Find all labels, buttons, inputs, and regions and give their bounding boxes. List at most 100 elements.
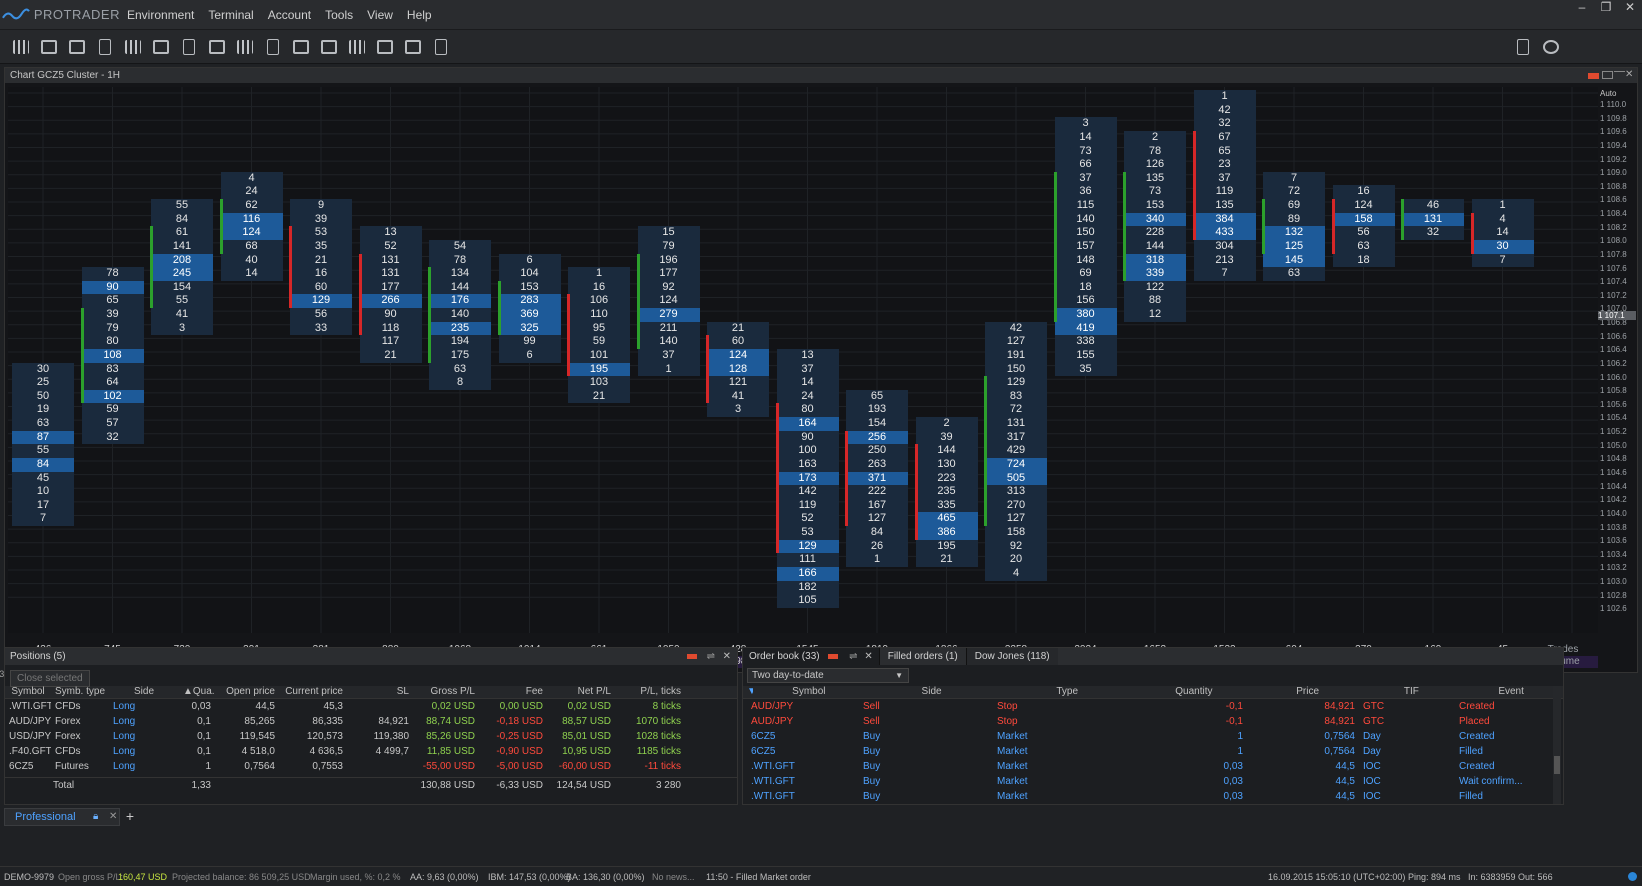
link-color-icon[interactable] (828, 653, 839, 659)
positions-col-header[interactable]: P/L, ticks (615, 686, 685, 698)
cluster-candle[interactable]: 42 127 191 150 129 83 72 131 317 429 724 505 313 270 1… (985, 321, 1047, 581)
menu-terminal[interactable]: Terminal (201, 8, 260, 22)
wrench-button[interactable] (430, 36, 452, 58)
orders-col-header[interactable]: Side (865, 686, 999, 698)
cluster-chart-area[interactable]: 30 25 50 19 63 87 55 84 45 10 17 7 78 90 65 39 79 80 108 83… (8, 87, 1598, 633)
positions-col-header[interactable]: Net P/L (547, 686, 615, 698)
positions-col-header[interactable]: Current price (279, 686, 347, 698)
restore-button[interactable]: ❐ (1594, 0, 1618, 14)
menu-help[interactable]: Help (400, 8, 439, 22)
cluster-candle[interactable]: 9 39 53 35 21 16 60 129 56 33 (290, 199, 352, 336)
briefcase-button[interactable] (178, 36, 200, 58)
cluster-candle[interactable]: 54 78 134 144 176 140 235 194 175 63 8 (429, 239, 491, 390)
table-row[interactable]: USD/JPY Forex Long 0,1 119,545 120,573 119,380… (5, 729, 737, 744)
cluster-candle[interactable]: 21 60 124 128 121 41 3 (707, 321, 769, 418)
cluster-candle[interactable]: 46 131 32 (1402, 199, 1464, 240)
table-row[interactable]: AUD/JPY Forex Long 0,1 85,265 86,335 84,921 88,… (5, 714, 737, 729)
table-row[interactable]: 6CZ5 Futures Long 1 0,7564 0,7553 -55,00 USD -5… (5, 759, 737, 774)
cluster-candle[interactable]: 55 84 61 141 208 245 154 55 41 3 (151, 199, 213, 336)
orders-col-header[interactable]: Event (1459, 686, 1563, 698)
menu-account[interactable]: Account (261, 8, 318, 22)
close-tab-icon[interactable]: ✕ (864, 651, 872, 662)
menu-environment[interactable]: Environment (120, 8, 201, 22)
cluster-candle[interactable]: 65 193 154 256 250 263 371 222 167 127 84 26 1 (846, 389, 908, 567)
auto-scale-label[interactable]: Auto (1600, 89, 1638, 98)
menu-view[interactable]: View (360, 8, 400, 22)
add-workspace-button[interactable]: + (122, 808, 138, 826)
cluster-candle[interactable]: 2 78 126 135 73 153 340 228 144 318 339 122 88 12 (1124, 130, 1186, 322)
positions-col-header[interactable]: Symbol (5, 686, 51, 698)
global-settings-button[interactable] (1540, 36, 1562, 58)
cluster-candle[interactable]: 3 14 73 66 37 36 115 140 150 157 148 69 18 156 380 419 3… (1054, 117, 1117, 377)
tab-order-book[interactable]: Order book (33) ⇌ ✕ (743, 648, 879, 665)
cluster-candle[interactable]: 15 79 196 177 92 124 279 211 140 37 1 (637, 226, 700, 377)
cart-button[interactable] (206, 36, 228, 58)
basket-button[interactable] (38, 36, 60, 58)
card-button[interactable] (318, 36, 340, 58)
chart-button[interactable] (10, 36, 32, 58)
lock-toolbar-button[interactable] (1512, 36, 1534, 58)
lock-icon[interactable]: 🔒︎ (93, 809, 98, 825)
positions-col-header[interactable]: Gross P/L (413, 686, 479, 698)
cluster-candle[interactable]: 16 124 158 56 63 18 (1332, 185, 1395, 268)
save-button[interactable] (402, 36, 424, 58)
positions-col-header[interactable]: ▲Qua... (179, 686, 215, 698)
menu-tools[interactable]: Tools (318, 8, 360, 22)
cluster-candle[interactable]: 1 4 14 30 7 (1471, 199, 1534, 268)
report-button[interactable] (66, 36, 88, 58)
orders-col-header[interactable]: Symbol (753, 686, 865, 698)
minimize-panel-icon[interactable] (1614, 71, 1625, 79)
cluster-candle[interactable]: 13 37 14 24 80 164 90 100 163 173 142 119 52 53 129 111… (776, 348, 839, 608)
tab-filled-orders[interactable]: Filled orders (1) (878, 648, 966, 665)
positions-col-header[interactable]: Side (109, 686, 179, 698)
cluster-candle[interactable]: 30 25 50 19 63 87 55 84 45 10 17 7 (12, 362, 74, 527)
link-color-icon[interactable] (1588, 73, 1599, 79)
table-row[interactable]: 6CZ5 Buy Market 1 0,7564 Day Filled (743, 744, 1563, 759)
orders-col-header[interactable]: Type (998, 686, 1136, 698)
cluster-candle[interactable]: 13 52 131 131 177 266 90 118 117 21 (359, 226, 422, 363)
lock-portfolio-button[interactable] (122, 36, 144, 58)
table-row[interactable]: .F40.GFT CFDs Long 0,1 4 518,0 4 636,5 4 499,7… (5, 744, 737, 759)
orders-col-header[interactable]: Price (1252, 686, 1364, 698)
news-button[interactable] (290, 36, 312, 58)
table-row[interactable]: .WTI.GFT Buy Market 0,03 44,5 IOC Created (743, 759, 1563, 774)
close-panel-icon[interactable]: ✕ (1625, 70, 1636, 80)
table-row[interactable]: AUD/JPY Sell Stop -0,1 84,921 GTC Created (743, 699, 1563, 714)
cluster-candle[interactable]: 7 72 69 89 132 125 145 63 (1263, 171, 1325, 281)
table-row[interactable]: .WTI.GFT Buy Market 0,03 44,5 IOC Wait confirm… (743, 774, 1563, 789)
positions-col-header[interactable]: Open price (215, 686, 279, 698)
close-tab-icon[interactable]: ✕ (109, 809, 117, 825)
table-row[interactable]: .WTI.GFT CFDs Long 0,03 44,5 45,3 0,02 USD 0,00… (5, 699, 737, 714)
tab-dow-jones[interactable]: Dow Jones (118) (965, 648, 1058, 665)
panel-menu-icon[interactable]: ⇌ (707, 648, 715, 665)
alerts-button[interactable] (262, 36, 284, 58)
export-button[interactable] (374, 36, 396, 58)
positions-col-header[interactable]: SL (347, 686, 413, 698)
maximize-panel-icon[interactable] (1602, 71, 1613, 79)
ladder-button[interactable] (346, 36, 368, 58)
cluster-candle[interactable]: 78 90 65 39 79 80 108 83 64 102 59 57 32 (81, 267, 144, 445)
price-axis[interactable]: Auto 1 110.0 1 109.8 1 109.6 1 109.4 1 109.2… (1598, 87, 1638, 633)
panel-menu-icon[interactable]: ⇌ (849, 651, 857, 662)
cluster-candle[interactable]: 1 42 32 67 65 23 37 119 135 384 433 304 213 7 (1193, 90, 1256, 281)
order-book-button[interactable] (94, 36, 116, 58)
close-selected-button[interactable]: Close selected (10, 670, 90, 687)
cart-filter-button[interactable] (234, 36, 256, 58)
orders-scrollbar[interactable] (1553, 686, 1561, 804)
orders-col-header[interactable]: TIF (1363, 686, 1459, 698)
workspace-tab-professional[interactable]: Professional 🔒︎ ✕ (4, 808, 120, 826)
cluster-candle[interactable]: 4 24 62 116 124 68 40 14 (220, 171, 283, 281)
sort-button[interactable] (150, 36, 172, 58)
period-select[interactable]: Two day-to-date ▼ (747, 668, 909, 683)
orders-col-header[interactable]: Quantity (1136, 686, 1252, 698)
minimize-button[interactable]: – (1570, 0, 1594, 14)
cluster-candle[interactable]: 2 39 144 130 223 235 335 465 386 195 21 (915, 417, 978, 567)
close-panel-icon[interactable]: ✕ (723, 648, 731, 665)
close-button[interactable]: ✕ (1618, 0, 1642, 14)
table-row[interactable]: 6CZ5 Buy Market 1 0,7564 Day Created (743, 729, 1563, 744)
positions-col-header[interactable]: Fee (479, 686, 547, 698)
cluster-candle[interactable]: 1 16 106 110 95 59 101 195 103 21 (568, 267, 630, 404)
table-row[interactable]: .WTI.GFT Buy Market 0,03 44,5 IOC Filled (743, 789, 1563, 803)
sort-indicator-icon[interactable]: ▼ (743, 686, 753, 698)
cluster-candle[interactable]: 6 104 153 283 369 325 99 6 (498, 253, 561, 363)
